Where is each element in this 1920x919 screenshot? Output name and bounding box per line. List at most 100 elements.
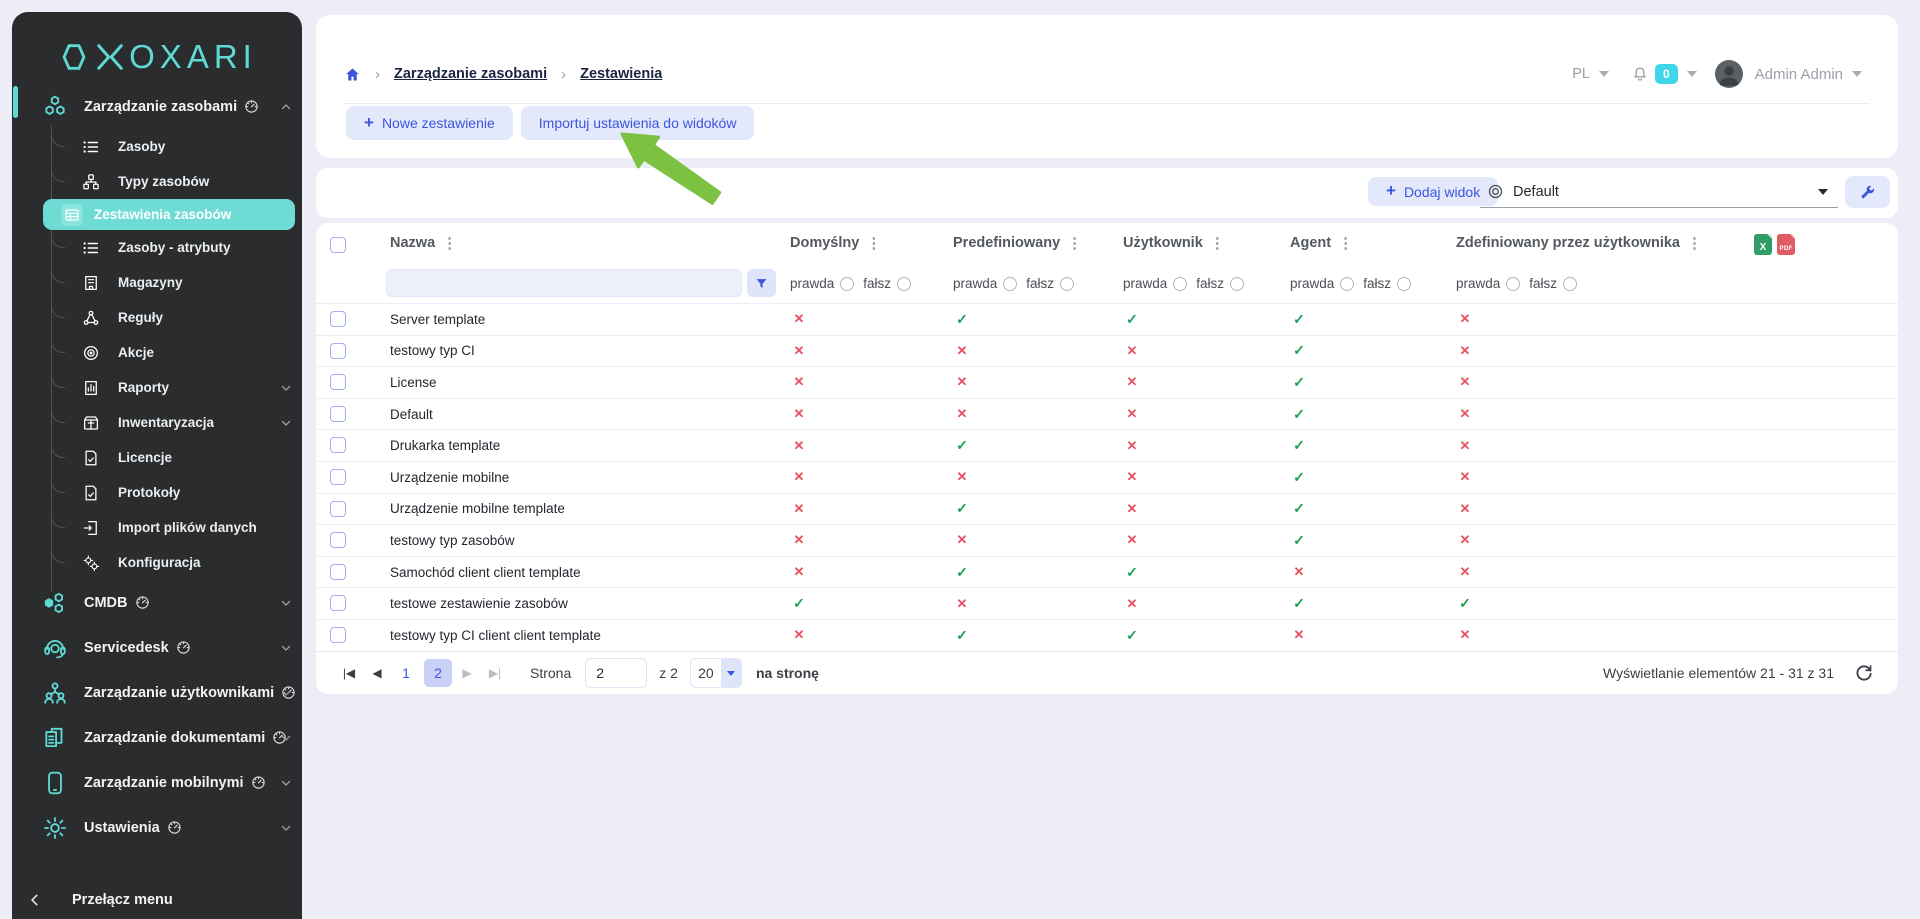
sidebar-item-import-plikow-danych[interactable]: Import plików danych — [12, 506, 302, 545]
chevron-down-icon[interactable] — [280, 732, 292, 744]
sidebar-item-zasoby-atrybuty[interactable]: Zasoby - atrybuty — [12, 226, 302, 265]
bell-icon[interactable] — [1631, 65, 1649, 83]
column-menu-icon[interactable]: ⋮ — [442, 236, 457, 251]
previous-page-button[interactable]: ◀ — [364, 660, 390, 686]
table-row[interactable]: testowy typ CI ✕ ✕ ✕ ✓ ✕ — [316, 336, 1898, 368]
column-menu-icon[interactable]: ⋮ — [866, 236, 881, 251]
column-menu-icon[interactable]: ⋮ — [1338, 236, 1353, 251]
column-menu-icon[interactable]: ⋮ — [1687, 236, 1702, 251]
chevron-down-icon[interactable] — [280, 642, 292, 654]
radio-true[interactable] — [1506, 276, 1521, 291]
sidebar-item-zarzadzanie-zasobami[interactable]: Zarządzanie zasobami — [12, 84, 302, 129]
page-number-input[interactable] — [585, 658, 648, 688]
row-checkbox[interactable] — [330, 405, 346, 422]
sidebar-item-protokoly[interactable]: Protokoły — [12, 471, 302, 510]
sidebar-item-konfiguracja[interactable]: Konfiguracja — [12, 541, 302, 580]
table-row[interactable]: testowy typ zasobów ✕ ✕ ✕ ✓ ✕ — [316, 525, 1898, 557]
new-zestawienie-button[interactable]: + Nowe zestawienie — [346, 106, 513, 140]
sidebar-item-zarzadzanie-uzytkownikami[interactable]: Zarządzanie użytkownikami — [12, 670, 302, 715]
sidebar-item-magazyny[interactable]: Magazyny — [12, 261, 302, 300]
last-page-button[interactable]: ▶| — [482, 660, 508, 686]
refresh-icon[interactable] — [1854, 663, 1874, 683]
avatar[interactable] — [1714, 60, 1743, 88]
sidebar-item-ustawienia[interactable]: Ustawienia — [12, 805, 302, 850]
page-size-select[interactable]: 20 — [689, 658, 742, 688]
chevron-down-icon[interactable] — [280, 382, 292, 394]
row-checkbox[interactable] — [330, 374, 346, 391]
sidebar-item-cmdb[interactable]: CMDB — [12, 580, 302, 625]
column-header-0[interactable]: Domyślny ⋮ — [790, 235, 881, 251]
table-row[interactable]: testowy typ CI client client template ✕ ✓ ✓… — [316, 620, 1898, 652]
chevron-down-icon[interactable] — [280, 597, 292, 609]
radio-true[interactable] — [1173, 276, 1188, 291]
column-header-4[interactable]: Zdefiniowany przez użytkownika ⋮ — [1456, 235, 1702, 251]
column-header-3[interactable]: Agent ⋮ — [1290, 235, 1353, 251]
menu-toggle-button[interactable]: Przełącz menu — [12, 883, 302, 917]
row-checkbox[interactable] — [330, 500, 346, 517]
row-checkbox[interactable] — [330, 595, 346, 612]
sidebar-item-akcje[interactable]: Akcje — [12, 331, 302, 370]
table-row[interactable]: Default ✕ ✕ ✕ ✓ ✕ — [316, 399, 1898, 431]
row-checkbox[interactable] — [330, 626, 346, 643]
radio-true[interactable] — [1003, 276, 1018, 291]
radio-false[interactable] — [1230, 276, 1245, 291]
export-pdf-icon[interactable]: PDF — [1777, 234, 1795, 255]
next-page-button[interactable]: ▶ — [454, 660, 480, 686]
radio-false[interactable] — [1060, 276, 1075, 291]
sidebar-item-inwentaryzacja[interactable]: Inwentaryzacja — [12, 401, 302, 440]
row-checkbox[interactable] — [330, 437, 346, 454]
chevron-up-icon[interactable] — [280, 101, 292, 113]
sidebar-item-reguly[interactable]: Reguły — [12, 296, 302, 335]
chevron-down-icon[interactable] — [1598, 71, 1609, 77]
chevron-down-icon[interactable] — [280, 687, 292, 699]
row-checkbox[interactable] — [330, 468, 346, 485]
row-checkbox[interactable] — [330, 532, 346, 549]
sidebar-item-servicedesk[interactable]: Servicedesk — [12, 625, 302, 670]
radio-false[interactable] — [897, 276, 912, 291]
sidebar-item-zarzadzanie-dokumentami[interactable]: Zarządzanie dokumentami — [12, 715, 302, 760]
first-page-button[interactable]: |◀ — [336, 660, 362, 686]
sidebar-item-licencje[interactable]: Licencje — [12, 436, 302, 475]
chevron-down-icon[interactable] — [280, 417, 292, 429]
breadcrumb-link-zestawienia[interactable]: Zestawienia — [580, 66, 662, 82]
column-header-2[interactable]: Użytkownik ⋮ — [1123, 235, 1225, 251]
page-number-2[interactable]: 2 — [424, 659, 452, 687]
column-menu-icon[interactable]: ⋮ — [1067, 236, 1082, 251]
page-number-1[interactable]: 1 — [392, 659, 420, 687]
table-row[interactable]: testowe zestawienie zasobów ✓ ✕ ✕ ✓ ✓ — [316, 588, 1898, 620]
sidebar-item-zasoby[interactable]: Zasoby — [12, 125, 302, 164]
radio-false[interactable] — [1563, 276, 1578, 291]
home-icon[interactable] — [344, 66, 361, 83]
chevron-down-icon[interactable] — [280, 822, 292, 834]
table-row[interactable]: Samochód client client template ✕ ✓ ✓ ✕ ✕ — [316, 557, 1898, 589]
table-row[interactable]: Urządzenie mobilne template ✕ ✓ ✕ ✓ ✕ — [316, 494, 1898, 526]
import-settings-button[interactable]: Importuj ustawienia do widoków — [520, 106, 755, 140]
select-all-checkbox[interactable] — [330, 237, 346, 253]
sidebar-item-typy-zasobow[interactable]: Typy zasobów — [12, 160, 302, 199]
sidebar-item-zestawienia-zasobow[interactable]: Zestawienia zasobów — [43, 199, 295, 230]
row-checkbox[interactable] — [330, 342, 346, 359]
row-checkbox[interactable] — [330, 563, 346, 580]
export-xls-icon[interactable]: X — [1754, 234, 1772, 255]
add-view-button[interactable]: + Dodaj widok — [1368, 177, 1499, 206]
table-row[interactable]: Server template ✕ ✓ ✓ ✓ ✕ — [316, 304, 1898, 336]
table-row[interactable]: License ✕ ✕ ✕ ✓ ✕ — [316, 367, 1898, 399]
column-menu-icon[interactable]: ⋮ — [1210, 236, 1225, 251]
sidebar-item-raporty[interactable]: Raporty — [12, 366, 302, 405]
view-settings-button[interactable] — [1845, 176, 1890, 208]
radio-true[interactable] — [840, 276, 855, 291]
table-row[interactable]: Drukarka template ✕ ✓ ✕ ✓ ✕ — [316, 430, 1898, 462]
table-row[interactable]: Urządzenie mobilne ✕ ✕ ✕ ✓ ✕ — [316, 462, 1898, 494]
chevron-down-icon[interactable] — [280, 777, 292, 789]
language-selector[interactable]: PL — [1572, 66, 1590, 82]
filter-button[interactable] — [747, 269, 776, 297]
column-header-1[interactable]: Predefiniowany ⋮ — [953, 235, 1082, 251]
chevron-down-icon[interactable] — [1686, 71, 1697, 77]
notification-badge[interactable]: 0 — [1654, 64, 1678, 84]
sidebar-item-zarzadzanie-mobilnymi[interactable]: Zarządzanie mobilnymi — [12, 760, 302, 805]
radio-true[interactable] — [1340, 276, 1355, 291]
radio-false[interactable] — [1397, 276, 1412, 291]
column-header-nazwa[interactable]: Nazwa ⋮ — [390, 235, 457, 251]
name-filter-input[interactable] — [386, 269, 742, 297]
row-checkbox[interactable] — [330, 311, 346, 327]
